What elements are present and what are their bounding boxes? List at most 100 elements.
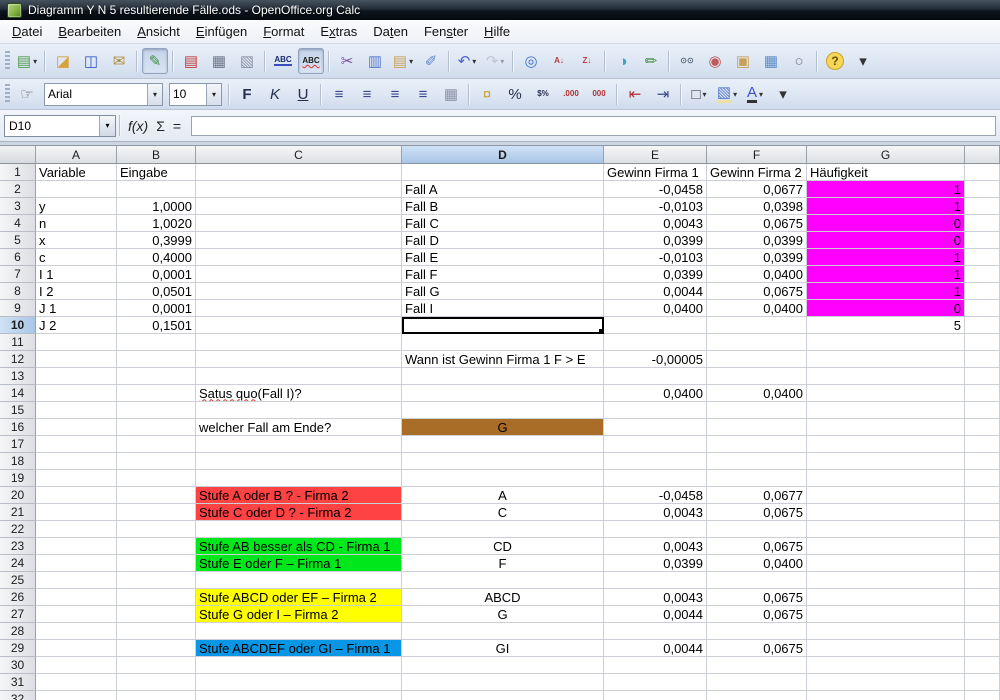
row-header-17[interactable]: 17 [0,436,36,453]
font-name-input[interactable] [45,86,147,103]
cell-H8[interactable] [965,283,1000,300]
cell-F1[interactable]: Gewinn Firma 2 [707,164,807,181]
row-header-26[interactable]: 26 [0,589,36,606]
cell-B16[interactable] [117,419,196,436]
row-header-7[interactable]: 7 [0,266,36,283]
name-box[interactable]: ▾ [4,115,116,137]
cell-E5[interactable]: 0,0399 [604,232,707,249]
number-format-percent-button[interactable]: % [502,81,528,107]
row-header-4[interactable]: 4 [0,215,36,232]
cell-B10[interactable]: 0,1501 [117,317,196,334]
cell-H21[interactable] [965,504,1000,521]
cell-E21[interactable]: 0,0043 [604,504,707,521]
cell-H9[interactable] [965,300,1000,317]
cell-H2[interactable] [965,181,1000,198]
font-color-button[interactable]: A▾ [742,81,768,107]
cell-E2[interactable]: -0,0458 [604,181,707,198]
cell-H11[interactable] [965,334,1000,351]
cell-F21[interactable]: 0,0675 [707,504,807,521]
cell-H26[interactable] [965,589,1000,606]
gallery-button[interactable]: ▣ [730,48,756,74]
row-header-8[interactable]: 8 [0,283,36,300]
cell-H1[interactable] [965,164,1000,181]
cell-E28[interactable] [604,623,707,640]
cell-D3[interactable]: Fall B [402,198,604,215]
cell-B17[interactable] [117,436,196,453]
cell-A8[interactable]: I 2 [36,283,117,300]
cell-C12[interactable] [196,351,402,368]
new-document-dropdown-icon[interactable]: ▾ [33,57,37,66]
font-name-dropdown-icon[interactable]: ▾ [147,84,162,105]
cell-E1[interactable]: Gewinn Firma 1 [604,164,707,181]
cell-B3[interactable]: 1,0000 [117,198,196,215]
cell-A29[interactable] [36,640,117,657]
cell-B14[interactable] [117,385,196,402]
cell-D14[interactable] [402,385,604,402]
cell-G30[interactable] [807,657,965,674]
cell-D32[interactable] [402,691,604,700]
cell-F17[interactable] [707,436,807,453]
cell-H29[interactable] [965,640,1000,657]
cell-H12[interactable] [965,351,1000,368]
cell-D18[interactable] [402,453,604,470]
cell-B19[interactable] [117,470,196,487]
cell-D27[interactable]: G [402,606,604,623]
cell-F22[interactable] [707,521,807,538]
align-left-button[interactable]: ≡ [326,81,352,107]
cell-F32[interactable] [707,691,807,700]
cell-F7[interactable]: 0,0400 [707,266,807,283]
cell-A3[interactable]: y [36,198,117,215]
menu-datei[interactable]: Datei [4,21,50,42]
cell-C32[interactable] [196,691,402,700]
number-format-currency-button[interactable]: ¤ [474,81,500,107]
cell-D30[interactable] [402,657,604,674]
row-header-9[interactable]: 9 [0,300,36,317]
cell-E11[interactable] [604,334,707,351]
cell-D11[interactable] [402,334,604,351]
cell-A32[interactable] [36,691,117,700]
cell-D8[interactable]: Fall G [402,283,604,300]
cell-H30[interactable] [965,657,1000,674]
cell-F26[interactable]: 0,0675 [707,589,807,606]
cell-E17[interactable] [604,436,707,453]
cell-B15[interactable] [117,402,196,419]
row-header-3[interactable]: 3 [0,198,36,215]
cell-G4[interactable]: 0 [807,215,965,232]
page-preview-button[interactable]: ▧ [234,48,260,74]
cell-B1[interactable]: Eingabe [117,164,196,181]
cell-H15[interactable] [965,402,1000,419]
cell-D10[interactable] [402,317,604,334]
increase-indent-button[interactable]: ⇥ [650,81,676,107]
cell-A15[interactable] [36,402,117,419]
cell-A25[interactable] [36,572,117,589]
row-header-30[interactable]: 30 [0,657,36,674]
column-header-B[interactable]: B [117,146,196,164]
cell-A30[interactable] [36,657,117,674]
cell-F16[interactable] [707,419,807,436]
styles-and-formatting-button[interactable]: ☞ [14,81,40,107]
cell-G29[interactable] [807,640,965,657]
cell-G11[interactable] [807,334,965,351]
cell-A11[interactable] [36,334,117,351]
formula-equals-icon[interactable]: = [173,118,181,134]
cell-D5[interactable]: Fall D [402,232,604,249]
cell-E18[interactable] [604,453,707,470]
cell-F25[interactable] [707,572,807,589]
borders-dropdown-icon[interactable]: ▾ [703,90,707,99]
cell-A19[interactable] [36,470,117,487]
cell-A26[interactable] [36,589,117,606]
save-button[interactable]: ◫ [78,48,104,74]
cell-G16[interactable] [807,419,965,436]
cell-B23[interactable] [117,538,196,555]
menu-format[interactable]: Format [255,21,312,42]
cell-G12[interactable] [807,351,965,368]
align-center-button[interactable]: ≡ [354,81,380,107]
font-size-combobox[interactable]: ▾ [169,83,222,106]
background-color-button[interactable]: ▧▾ [714,81,740,107]
row-header-18[interactable]: 18 [0,453,36,470]
select-all-corner[interactable] [0,146,36,164]
column-header-partial[interactable] [965,146,1000,164]
cell-G9[interactable]: 0 [807,300,965,317]
cell-D20[interactable]: A [402,487,604,504]
cell-E15[interactable] [604,402,707,419]
